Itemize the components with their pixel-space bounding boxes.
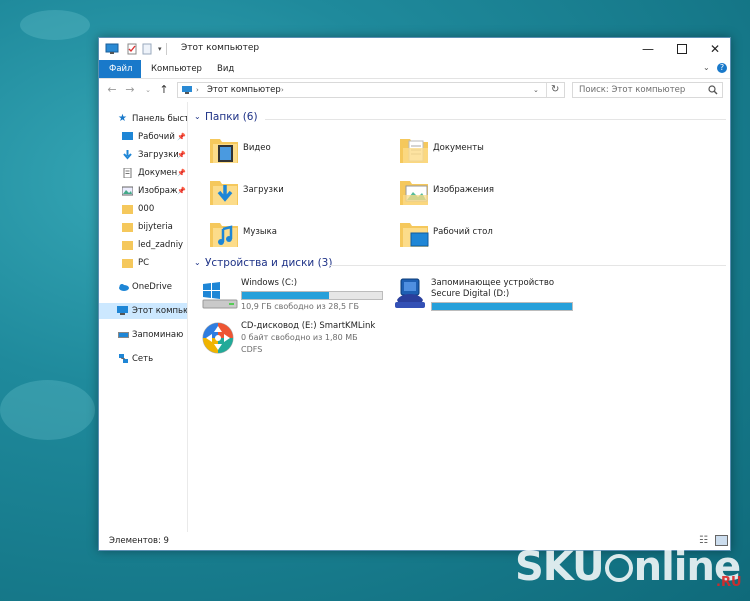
- folders-section-header[interactable]: ⌄ Папки (6): [189, 111, 726, 127]
- content-pane: ⌄ Папки (6) Видео Документы Загрузки Изо…: [189, 102, 729, 532]
- download-icon: [123, 150, 132, 160]
- nav-item-pictures[interactable]: Изображ 📌: [99, 183, 187, 199]
- computer-icon: [117, 306, 128, 315]
- nav-item-downloads[interactable]: Загрузки 📌: [99, 147, 187, 163]
- window-title: Этот компьютер: [181, 43, 260, 53]
- windows-drive-icon: [202, 282, 238, 309]
- chevron-down-icon[interactable]: ⌄: [194, 258, 201, 267]
- music-folder-icon: [210, 223, 238, 247]
- help-button[interactable]: ?: [717, 63, 727, 73]
- minimize-button[interactable]: —: [631, 38, 665, 60]
- nav-quick-access[interactable]: ★ Панель быст: [99, 111, 187, 127]
- sd-card-icon: [395, 278, 425, 308]
- pin-icon: 📌: [177, 151, 186, 159]
- breadcrumb-chevron-icon[interactable]: ›: [281, 83, 284, 97]
- item-count: Элементов: 9: [109, 536, 169, 546]
- refresh-button[interactable]: ↻: [551, 83, 559, 97]
- explorer-window: ▾ Этот компьютер — ✕ Файл Компьютер Вид …: [98, 37, 731, 551]
- folder-pictures[interactable]: Изображения: [399, 175, 589, 209]
- picture-icon: [122, 186, 133, 196]
- nav-this-pc[interactable]: Этот компью: [99, 303, 187, 319]
- expand-ribbon-icon[interactable]: ⌄: [703, 63, 710, 72]
- nav-removable-storage[interactable]: Запоминаю: [99, 327, 187, 343]
- navigation-bar: ← → ⌄ ↑ › Этот компьютер › ⌄ ↻ Поиск: Эт…: [99, 79, 730, 101]
- search-placeholder: Поиск: Этот компьютер: [579, 85, 686, 95]
- star-icon: ★: [118, 113, 127, 124]
- drive-c[interactable]: Windows (C:) 10,9 ГБ свободно из 28,5 ГБ: [201, 278, 391, 322]
- maximize-button[interactable]: [665, 38, 699, 60]
- tab-file[interactable]: Файл: [99, 60, 141, 78]
- nav-item-folder-000[interactable]: 000: [99, 201, 187, 217]
- folder-icon: [122, 259, 133, 268]
- pin-icon: 📌: [177, 169, 186, 177]
- ribbon-tabs: Файл Компьютер Вид ⌄ ?: [99, 60, 730, 79]
- tab-view[interactable]: Вид: [207, 60, 244, 78]
- desktop-folder-icon: [400, 223, 429, 247]
- folder-music[interactable]: Музыка: [209, 217, 399, 251]
- navigation-pane: ★ Панель быст Рабочий 📌 Загрузки 📌 Докум…: [99, 102, 188, 532]
- breadcrumb-this-pc[interactable]: Этот компьютер: [207, 83, 281, 97]
- title-bar: ▾ Этот компьютер — ✕: [99, 38, 730, 60]
- document-icon: [123, 168, 132, 178]
- nav-item-folder-pc[interactable]: PC: [99, 255, 187, 271]
- watermark-suffix: .RU: [716, 575, 742, 590]
- search-input[interactable]: Поиск: Этот компьютер: [572, 82, 723, 98]
- computer-icon: [182, 86, 192, 94]
- folder-icon: [122, 223, 133, 232]
- search-icon[interactable]: [708, 85, 718, 95]
- section-title: Устройства и диски (3): [205, 257, 333, 269]
- back-button[interactable]: ←: [105, 82, 119, 98]
- pictures-folder-icon: [400, 181, 428, 205]
- drive-d[interactable]: Запоминающее устройство Secure Digital (…: [391, 278, 581, 322]
- folder-desktop[interactable]: Рабочий стол: [399, 217, 589, 251]
- drive-e[interactable]: CD-дисковод (E:) SmartKMLink 0 байт своб…: [201, 321, 391, 365]
- folder-documents[interactable]: Документы: [399, 133, 589, 167]
- forward-button[interactable]: →: [123, 82, 137, 98]
- folder-icon: [122, 241, 133, 250]
- chevron-down-icon[interactable]: ⌄: [194, 112, 201, 121]
- drive-usage-bar: [431, 302, 573, 311]
- cd-drive-icon: [202, 322, 234, 354]
- network-icon: [119, 354, 128, 363]
- up-button[interactable]: ↑: [157, 82, 171, 98]
- pin-icon: 📌: [177, 133, 186, 141]
- documents-folder-icon: [400, 139, 428, 163]
- pin-icon: 📌: [177, 187, 186, 195]
- sd-card-icon: [118, 332, 129, 338]
- section-title: Папки (6): [205, 111, 258, 123]
- breadcrumb-chevron-icon[interactable]: ›: [196, 83, 199, 97]
- folder-icon: [122, 205, 133, 214]
- watermark: SKU nline: [515, 544, 741, 590]
- quick-access-toolbar: ▾: [105, 42, 167, 56]
- nav-item-desktop[interactable]: Рабочий 📌: [99, 129, 187, 145]
- devices-section-header[interactable]: ⌄ Устройства и диски (3): [189, 257, 726, 273]
- nav-network[interactable]: Сеть: [99, 351, 187, 367]
- nav-item-folder-led-zadniy[interactable]: led_zadniy: [99, 237, 187, 253]
- nav-onedrive[interactable]: OneDrive: [99, 279, 187, 295]
- nav-item-documents[interactable]: Докумен 📌: [99, 165, 187, 181]
- close-button[interactable]: ✕: [698, 38, 732, 60]
- folder-downloads[interactable]: Загрузки: [209, 175, 399, 209]
- new-folder-icon[interactable]: [142, 43, 152, 55]
- cart-icon: [604, 554, 633, 582]
- customize-toolbar-icon[interactable]: ▾: [158, 45, 162, 53]
- downloads-folder-icon: [210, 181, 238, 205]
- properties-icon[interactable]: [127, 43, 137, 55]
- drive-usage-bar: [241, 291, 383, 300]
- folder-video[interactable]: Видео: [209, 133, 399, 167]
- recent-locations-button[interactable]: ⌄: [141, 82, 155, 98]
- cloud-icon: [119, 284, 129, 291]
- address-bar[interactable]: › Этот компьютер › ⌄ ↻: [177, 82, 565, 98]
- tab-computer[interactable]: Компьютер: [141, 60, 212, 78]
- video-folder-icon: [210, 139, 238, 163]
- desktop-icon: [122, 132, 133, 140]
- nav-item-folder-bijyteria[interactable]: bijyteria: [99, 219, 187, 235]
- computer-icon: [105, 43, 119, 54]
- address-dropdown-icon[interactable]: ⌄: [533, 83, 539, 97]
